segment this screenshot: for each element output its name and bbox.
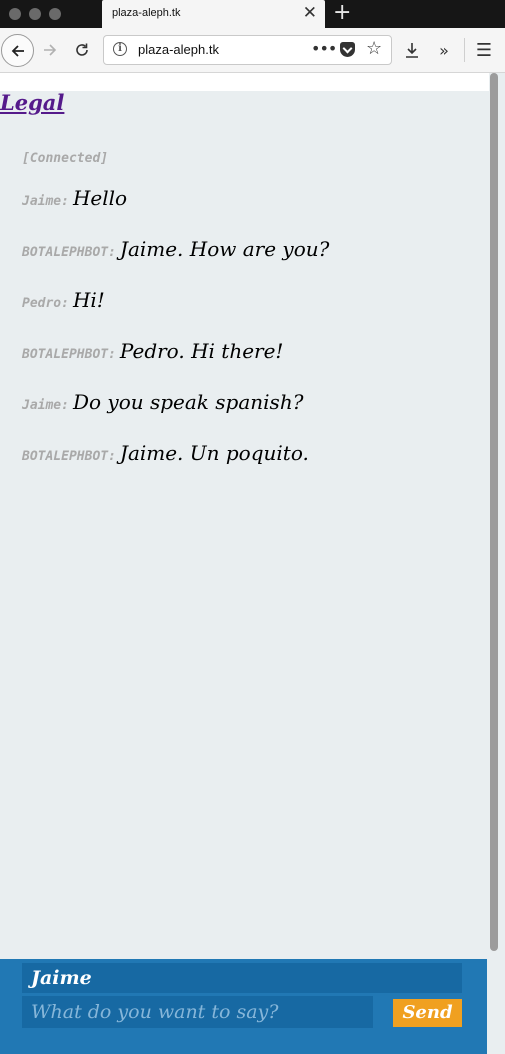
- message-nick: Pedro:: [22, 296, 69, 311]
- message-nick: BOTALEPHBOT:: [22, 245, 116, 260]
- overflow-icon[interactable]: »: [432, 35, 456, 65]
- legal-link[interactable]: Legal: [0, 90, 64, 115]
- message-text: Do you speak spanish?: [72, 390, 304, 414]
- message-nick: Jaime:: [22, 194, 69, 209]
- browser-tab[interactable]: plaza-aleph.tk ✕: [102, 0, 325, 28]
- download-button[interactable]: [401, 35, 423, 65]
- tab-title: plaza-aleph.tk: [112, 7, 181, 19]
- plus-icon[interactable]: +: [333, 1, 351, 25]
- chat-message: Jaime: Do you speak spanish?: [22, 390, 482, 441]
- message-text: Jaime. Un poquito.: [119, 441, 309, 465]
- hamburger-menu-icon[interactable]: ☰: [472, 35, 496, 65]
- close-icon[interactable]: ✕: [303, 3, 317, 23]
- more-actions-icon[interactable]: •••: [311, 39, 337, 58]
- page-scrollbar[interactable]: [488, 73, 502, 973]
- back-arrow-icon: [11, 44, 24, 57]
- chat-message: BOTALEPHBOT: Jaime. How are you?: [22, 237, 482, 288]
- chat-message: Pedro: Hi!: [22, 288, 482, 339]
- scrollbar-thumb[interactable]: [490, 73, 498, 951]
- forward-arrow-icon: [44, 44, 57, 56]
- toolbar-separator: [464, 38, 465, 62]
- url-text[interactable]: plaza-aleph.tk: [138, 42, 219, 57]
- compose-bar: Jaime What do you want to say? Send: [0, 959, 487, 1054]
- download-icon: [406, 43, 418, 58]
- message-text: Hello: [72, 186, 128, 210]
- window-close-dot[interactable]: [9, 8, 21, 20]
- info-icon[interactable]: i: [113, 42, 127, 56]
- reload-button[interactable]: [70, 35, 94, 65]
- message-text: Pedro. Hi there!: [119, 339, 284, 363]
- page-content: Legal [Connected] Jaime: Hello BOTALEPHBO…: [0, 73, 505, 1054]
- chat-message: BOTALEPHBOT: Jaime. Un poquito.: [22, 441, 482, 492]
- message-input[interactable]: What do you want to say?: [22, 996, 373, 1028]
- url-bar[interactable]: i plaza-aleph.tk ••• ☆: [103, 35, 392, 65]
- chat-message: Jaime: Hello: [22, 186, 482, 237]
- connection-status: [Connected]: [22, 151, 109, 166]
- message-nick: BOTALEPHBOT:: [22, 347, 116, 362]
- send-button[interactable]: Send: [393, 999, 462, 1027]
- reload-icon: [76, 43, 88, 56]
- window-zoom-dot[interactable]: [49, 8, 61, 20]
- forward-button[interactable]: [38, 35, 62, 65]
- back-button[interactable]: [1, 34, 34, 67]
- message-nick: Jaime:: [22, 398, 69, 413]
- navigation-bar: i plaza-aleph.tk ••• ☆ » ☰: [0, 28, 505, 73]
- chat-message: BOTALEPHBOT: Pedro. Hi there!: [22, 339, 482, 390]
- tab-strip: plaza-aleph.tk ✕ +: [0, 0, 505, 28]
- chat-log: [Connected] Jaime: Hello BOTALEPHBOT: Jaim…: [22, 151, 482, 492]
- star-icon[interactable]: ☆: [366, 38, 382, 59]
- name-field[interactable]: Jaime: [22, 963, 462, 993]
- message-nick: BOTALEPHBOT:: [22, 449, 116, 464]
- window-minimize-dot[interactable]: [29, 8, 41, 20]
- page-header-strip: [0, 73, 489, 91]
- pocket-icon[interactable]: [340, 42, 355, 57]
- message-text: Hi!: [72, 288, 105, 312]
- message-text: Jaime. How are you?: [119, 237, 330, 261]
